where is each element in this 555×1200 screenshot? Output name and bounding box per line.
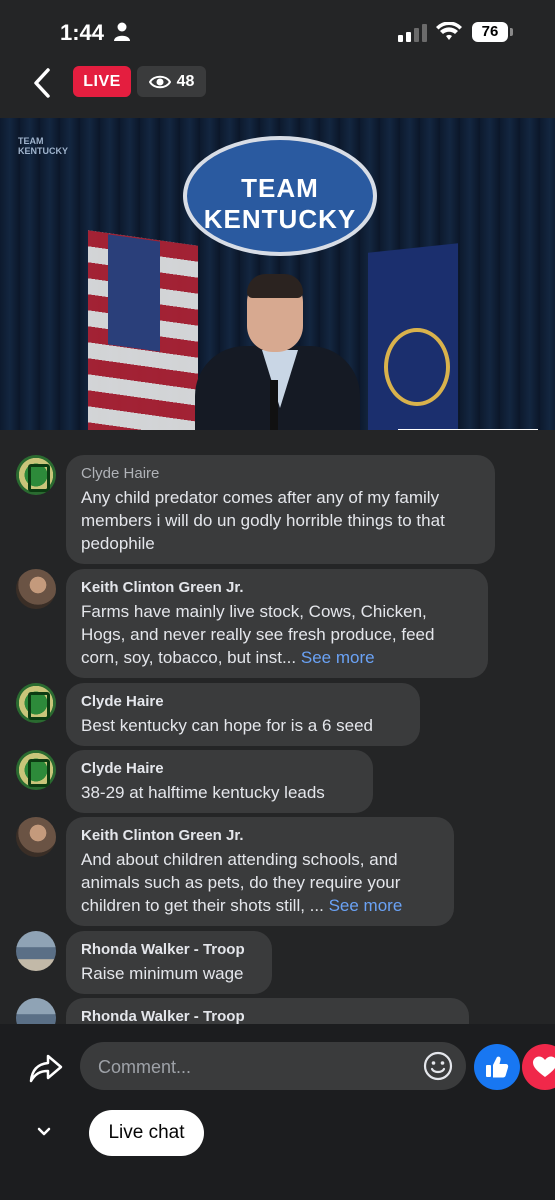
avatar[interactable] [16,998,56,1024]
comment-text: Raise minimum wage [81,964,244,983]
person-icon [114,22,130,41]
bottom-bar: Live chat [0,1024,555,1200]
viewer-count: 48 [176,72,195,90]
comment-author[interactable]: Clyde Haire [81,464,481,484]
cellular-signal-icon [398,24,427,42]
like-reaction-button[interactable] [474,1044,520,1090]
avatar[interactable] [16,683,56,723]
comment-item: Clyde Haire Best kentucky can hope for i… [16,683,420,746]
comment-text: Farms have mainly live stock, Cows, Chic… [81,602,435,667]
backdrop-logo-text: TEAM KENTUCKY [203,173,357,234]
avatar[interactable] [16,817,56,857]
comment-item: Keith Clinton Green Jr. Farms have mainl… [16,569,488,678]
comment-text: Best kentucky can hope for is a 6 seed [81,716,374,735]
comment-author[interactable]: Rhonda Walker - Troop [81,940,258,960]
comment-bubble[interactable]: Keith Clinton Green Jr. Farms have mainl… [66,569,488,678]
avatar[interactable] [16,569,56,609]
status-bar: 1:44 76 [0,0,555,62]
comment-bubble[interactable]: Clyde Haire Any child predator comes aft… [66,455,495,564]
live-video-player[interactable]: TEAM KENTUCKY TEAM KENTUCKY [0,118,555,430]
comment-item: Rhonda Walker - Troop Raise minimum wage [16,931,272,994]
speaker-hair [247,274,303,298]
comment-bubble[interactable]: Rhonda Walker - Troop [66,998,469,1024]
comment-text: Any child predator comes after any of my… [81,488,445,553]
status-time: 1:44 [60,20,105,45]
comment-bubble[interactable]: Clyde Haire Best kentucky can hope for i… [66,683,420,746]
comment-item: Clyde Haire 38-29 at halftime kentucky l… [16,750,373,813]
eye-icon [148,75,171,88]
emoji-icon[interactable] [423,1051,453,1081]
live-chat-button[interactable]: Live chat [89,1110,204,1156]
viewer-count-badge: 48 [137,66,206,97]
heart-icon [533,1056,555,1077]
comment-author[interactable]: Rhonda Walker - Troop [81,1007,455,1024]
comment-bubble[interactable]: Rhonda Walker - Troop Raise minimum wage [66,931,272,994]
comment-text: And about children attending schools, an… [81,850,403,915]
avatar[interactable] [16,455,56,495]
comment-author[interactable]: Keith Clinton Green Jr. [81,826,440,846]
comment-item: Clyde Haire Any child predator comes aft… [16,455,495,564]
comment-item: Keith Clinton Green Jr. And about childr… [16,817,454,926]
comment-author[interactable]: Keith Clinton Green Jr. [81,578,474,598]
battery-nub [510,28,513,36]
love-reaction-button[interactable] [522,1044,555,1090]
comment-item: Rhonda Walker - Troop [16,998,469,1024]
comment-bubble[interactable]: Clyde Haire 38-29 at halftime kentucky l… [66,750,373,813]
chevron-down-icon[interactable] [34,1124,54,1140]
live-comments-list[interactable]: Clyde Haire Any child predator comes aft… [0,430,555,1024]
kentucky-flag-seal [384,328,450,406]
comment-input-container[interactable] [80,1042,466,1092]
video-watermark: TEAM KENTUCKY [18,136,69,156]
microphone [270,380,278,430]
avatar[interactable] [16,750,56,790]
avatar[interactable] [16,931,56,971]
comment-author[interactable]: Clyde Haire [81,692,406,712]
comment-bubble[interactable]: Keith Clinton Green Jr. And about childr… [66,817,454,926]
live-badge: LIVE [73,66,131,97]
wifi-icon [436,22,462,40]
comment-input[interactable] [96,1042,410,1092]
battery-indicator: 76 [472,22,508,42]
see-more-link[interactable]: See more [301,648,375,667]
comment-text: 38-29 at halftime kentucky leads [81,783,325,802]
comment-author[interactable]: Clyde Haire [81,759,359,779]
us-flag-canton [108,234,160,352]
back-chevron-icon[interactable] [28,66,58,100]
see-more-link[interactable]: See more [329,896,403,915]
thumbs-up-icon [486,1056,509,1078]
share-icon[interactable] [28,1050,64,1086]
